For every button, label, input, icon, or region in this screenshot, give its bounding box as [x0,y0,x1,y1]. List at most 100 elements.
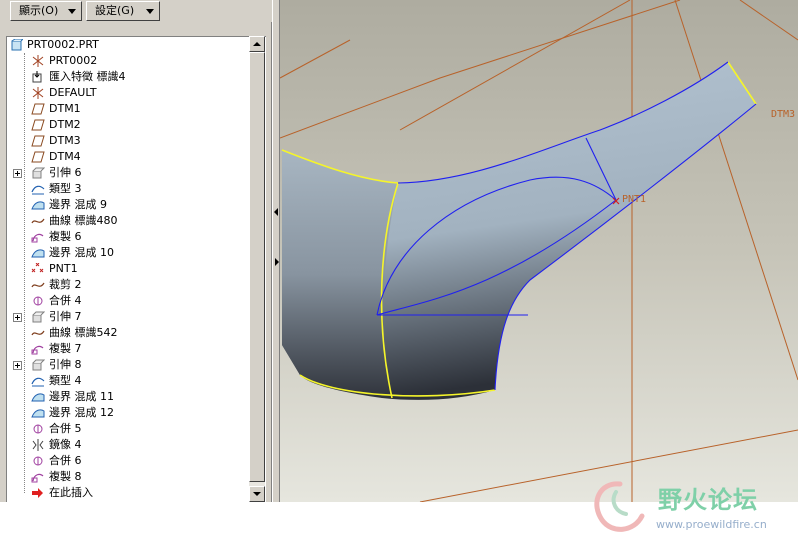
tree-item[interactable]: 曲線 標識480 [7,213,253,229]
tree-item[interactable]: PNT1 [7,261,253,277]
boundary-blend-icon [31,407,45,419]
tree-item-label: 引伸 6 [49,166,82,179]
watermark-url: www.proewildfire.cn [656,518,767,531]
datum-plane-icon [31,151,45,163]
extrude-icon [31,359,46,371]
merge-icon [31,423,45,435]
watermark-name: 野火论坛 [658,486,758,514]
datum-plane-icon [31,103,45,115]
panel-splitter[interactable] [272,0,280,502]
expand-plus-icon[interactable] [13,361,22,370]
watermark: 野火论坛 www.proewildfire.cn [582,474,798,541]
scroll-up-button[interactable] [249,36,265,52]
tree-item-label: 複製 7 [49,342,82,355]
tree-item[interactable]: 曲線 標識542 [7,325,253,341]
tree-item-label: 複製 6 [49,230,82,243]
tree-item[interactable]: 合併 6 [7,453,253,469]
csys-icon [31,87,45,99]
tree-item-label: 引伸 8 [49,358,82,371]
tree-item[interactable]: 複製 8 [7,469,253,485]
datum-plane-icon [31,135,45,147]
model-tree-panel: 顯示(O) 設定(G) PRT0002.PRT PRT0002 匯入特徵 標識4 D… [0,0,272,502]
tree-item-label: PNT1 [49,262,78,275]
tree-item-label: 邊界 混成 11 [49,390,114,403]
tree-root[interactable]: PRT0002.PRT [7,37,253,53]
tree-item[interactable]: 引伸 7 [7,309,253,325]
scroll-thumb[interactable] [249,52,265,482]
boundary-blend-icon [31,391,45,403]
graphics-viewport[interactable]: DTM3 PNT1 [280,0,798,502]
tree-item-label: 合併 5 [49,422,82,435]
tree-item[interactable]: DTM1 [7,101,253,117]
tree-item[interactable]: DTM2 [7,117,253,133]
tree-item-label: PRT0002 [49,54,98,67]
curve-icon [31,327,45,339]
tree-item-label: 類型 4 [49,374,82,387]
scroll-down-button[interactable] [249,486,265,502]
watermark-logo [594,481,645,532]
mirror-icon [31,439,45,451]
dtm3-label: DTM3 [771,109,796,120]
datum-point-icon [31,262,45,275]
model-tree[interactable]: PRT0002.PRT PRT0002 匯入特徵 標識4 DEFAULT DTM1 DT… [6,36,266,502]
datum-plane-icon [31,119,45,131]
tree-item-label: 匯入特徵 標識4 [49,70,126,83]
tree-item-label: 鏡像 4 [49,438,82,451]
chevron-down-icon [146,9,154,14]
tree-item[interactable]: 引伸 8 [7,357,253,373]
tree-item[interactable]: 裁剪 2 [7,277,253,293]
expand-plus-icon[interactable] [13,169,22,178]
tree-item-label: 複製 8 [49,470,82,483]
tree-item[interactable]: 邊界 混成 12 [7,405,253,421]
tree-item[interactable]: 合併 5 [7,421,253,437]
expand-right-icon[interactable] [275,258,279,266]
chevron-down-icon [68,9,76,14]
tree-item[interactable]: DEFAULT [7,85,253,101]
tree-item[interactable]: 邊界 混成 11 [7,389,253,405]
tree-item[interactable]: 類型 4 [7,373,253,389]
merge-icon [31,455,45,467]
tree-item[interactable]: 合併 4 [7,293,253,309]
tree-item[interactable]: 邊界 混成 10 [7,245,253,261]
model-graphics [280,0,798,502]
merge-icon [31,295,45,307]
tree-scrollbar[interactable] [249,36,265,502]
tree-item-label: 在此插入 [49,486,93,499]
settings-menu-button[interactable]: 設定(G) [86,1,160,21]
extrude-icon [31,311,46,323]
tree-item-label: 合併 6 [49,454,82,467]
extrude-icon [31,167,46,179]
expand-plus-icon[interactable] [13,313,22,322]
tree-item[interactable]: PRT0002 [7,53,253,69]
tree-item-label: 曲線 標識542 [49,326,118,339]
display-menu-label: 顯示(O) [19,4,59,17]
boundary-blend-icon [31,199,45,211]
tree-item[interactable]: DTM3 [7,133,253,149]
tree-item-label: 邊界 混成 12 [49,406,114,419]
import-feature-icon [31,71,45,83]
part-icon [11,38,25,51]
display-menu-button[interactable]: 顯示(O) [10,1,82,21]
tree-item-label: DEFAULT [49,86,97,99]
tree-item[interactable]: 匯入特徵 標識4 [7,69,253,85]
tree-item-label: 引伸 7 [49,310,82,323]
surface-type-icon [31,375,45,387]
copy-icon [31,471,45,483]
tree-item[interactable]: DTM4 [7,149,253,165]
tree-item[interactable]: 鏡像 4 [7,437,253,453]
tree-item[interactable]: 在此插入 [7,485,253,501]
copy-icon [31,343,45,355]
tree-item[interactable]: 引伸 6 [7,165,253,181]
collapse-left-icon[interactable] [274,208,278,216]
tree-item[interactable]: 複製 6 [7,229,253,245]
tree-item-label: 裁剪 2 [49,278,82,291]
tree-item[interactable]: 複製 7 [7,341,253,357]
tree-root-label: PRT0002.PRT [27,38,99,51]
tree-item[interactable]: 類型 3 [7,181,253,197]
tree-item[interactable]: 邊界 混成 9 [7,197,253,213]
insert-here-arrow-icon [31,487,45,499]
tree-item-label: DTM2 [49,118,81,131]
tree-item-label: 邊界 混成 10 [49,246,114,259]
settings-menu-label: 設定(G) [95,4,135,17]
surface-type-icon [31,183,45,195]
